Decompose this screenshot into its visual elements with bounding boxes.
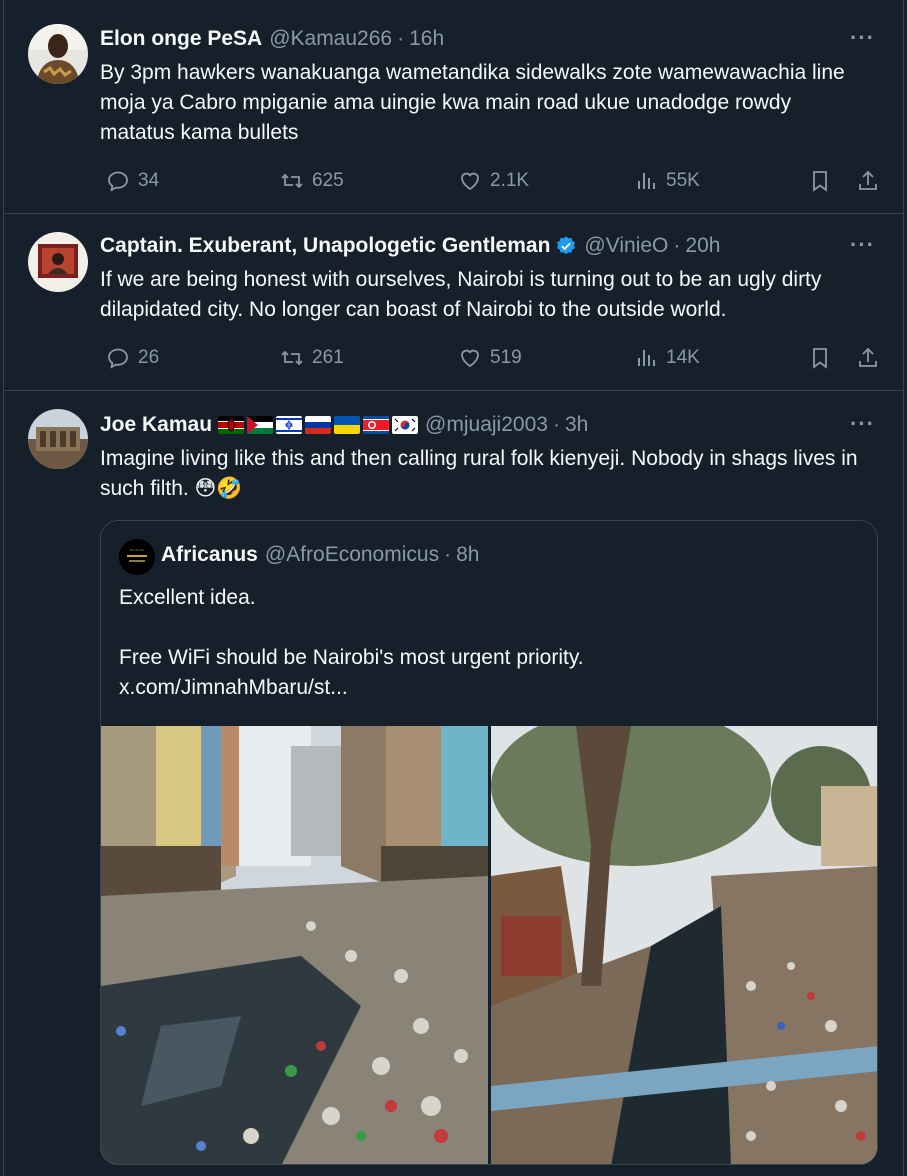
retweet-button[interactable]: 261 — [280, 346, 344, 370]
author-handle[interactable]: @VinieO — [584, 234, 668, 258]
retweet-count: 625 — [312, 170, 344, 191]
tweet-text: By 3pm hawkers wanakuanga wametandika si… — [100, 61, 845, 144]
separator: · — [552, 413, 560, 436]
reply-button[interactable]: 26 — [106, 346, 159, 370]
action-bar: 34 625 2.1K 55K — [100, 166, 879, 196]
more-icon[interactable]: ··· — [850, 411, 875, 437]
separator: · — [673, 234, 681, 257]
quote-header: Africanus @AfroEconomicus · 8h — [161, 543, 479, 567]
quote-text: Excellent idea. Free WiFi should be Nair… — [119, 583, 859, 703]
tweet-header: Joe Kamau @mjuaji2003 · 3h ··· — [100, 411, 879, 439]
share-button[interactable] — [856, 346, 880, 370]
like-count: 519 — [490, 347, 522, 368]
reply-button[interactable]: 34 — [106, 169, 159, 193]
tweet-text: If we are being honest with ourselves, N… — [100, 268, 822, 321]
timestamp[interactable]: 16h — [409, 27, 444, 51]
bookmark-button[interactable] — [808, 346, 832, 370]
reply-count: 26 — [138, 347, 160, 368]
author-name[interactable]: Elon onge PeSA — [100, 27, 262, 51]
tweet-header: Elon onge PeSA @Kamau266 · 16h ··· — [100, 25, 879, 53]
ukraine-flag-icon — [334, 416, 361, 434]
bookmark-button[interactable] — [808, 169, 832, 193]
tweet-text: Imagine living like this and then callin… — [100, 447, 858, 500]
south-korea-flag-icon — [392, 416, 419, 434]
share-button[interactable] — [856, 169, 880, 193]
quote-author-name[interactable]: Africanus — [161, 543, 258, 567]
author-name[interactable]: Joe Kamau — [100, 413, 212, 437]
avatar[interactable] — [28, 232, 88, 292]
frame-border-right — [903, 0, 904, 1176]
tweet-2[interactable]: Captain. Exuberant, Unapologetic Gentlem… — [4, 214, 903, 391]
like-button[interactable]: 519 — [458, 346, 522, 370]
quote-avatar[interactable]: ~~~ — [119, 539, 155, 575]
separator: · — [397, 27, 405, 50]
views-icon — [638, 350, 655, 366]
bookmark-icon — [813, 171, 827, 192]
author-name[interactable]: Captain. Exuberant, Unapologetic Gentlem… — [100, 234, 550, 258]
tweet-1[interactable]: Elon onge PeSA @Kamau266 · 16h ··· By 3p… — [4, 0, 903, 214]
russia-flag-icon — [305, 416, 332, 434]
reply-icon — [108, 348, 128, 369]
like-icon — [461, 349, 479, 368]
retweet-count: 261 — [312, 347, 344, 368]
quote-line-2: Free WiFi should be Nairobi's most urgen… — [119, 646, 584, 669]
north-korea-flag-icon — [363, 416, 390, 434]
palestine-flag-icon — [247, 416, 274, 434]
flag-emojis — [218, 416, 419, 434]
retweet-icon — [281, 173, 303, 189]
views-button[interactable]: 14K — [634, 346, 700, 370]
more-icon[interactable]: ··· — [850, 232, 875, 258]
separator: · — [444, 543, 452, 566]
author-handle[interactable]: @Kamau266 — [269, 27, 392, 51]
retweet-button[interactable]: 625 — [280, 169, 344, 193]
quote-tweet[interactable]: ~~~ Africanus @AfroEconomicus · 8h Excel… — [100, 520, 878, 1165]
river-garbage-photo[interactable] — [491, 726, 877, 1164]
street-garbage-photo[interactable] — [101, 726, 488, 1164]
quote-line-1: Excellent idea. — [119, 586, 256, 609]
quote-author-handle[interactable]: @AfroEconomicus — [265, 543, 439, 567]
views-count: 14K — [666, 347, 700, 368]
like-icon — [461, 172, 479, 191]
kenya-flag-icon — [218, 416, 245, 434]
like-count: 2.1K — [490, 170, 530, 191]
quote-timestamp[interactable]: 8h — [456, 543, 479, 567]
israel-flag-icon — [276, 416, 303, 434]
share-icon — [859, 170, 877, 190]
timestamp[interactable]: 20h — [685, 234, 720, 258]
verified-badge-icon — [557, 236, 576, 255]
avatar[interactable] — [28, 24, 88, 84]
like-button[interactable]: 2.1K — [458, 169, 529, 193]
bookmark-icon — [813, 348, 827, 369]
tweet-header: Captain. Exuberant, Unapologetic Gentlem… — [100, 232, 879, 260]
more-icon[interactable]: ··· — [850, 25, 875, 51]
views-icon — [638, 173, 655, 189]
quote-link[interactable]: x.com/JimnahMbaru/st... — [119, 673, 859, 703]
author-handle[interactable]: @mjuaji2003 — [425, 413, 548, 437]
views-button[interactable]: 55K — [634, 169, 700, 193]
share-icon — [859, 347, 877, 367]
views-count: 55K — [666, 170, 700, 191]
reply-icon — [108, 171, 128, 192]
reply-count: 34 — [138, 170, 160, 191]
avatar[interactable] — [28, 409, 88, 469]
svg-text:~~~: ~~~ — [129, 547, 144, 554]
retweet-icon — [281, 350, 303, 366]
timestamp[interactable]: 3h — [565, 413, 588, 437]
action-bar: 26 261 519 14K — [100, 343, 879, 373]
